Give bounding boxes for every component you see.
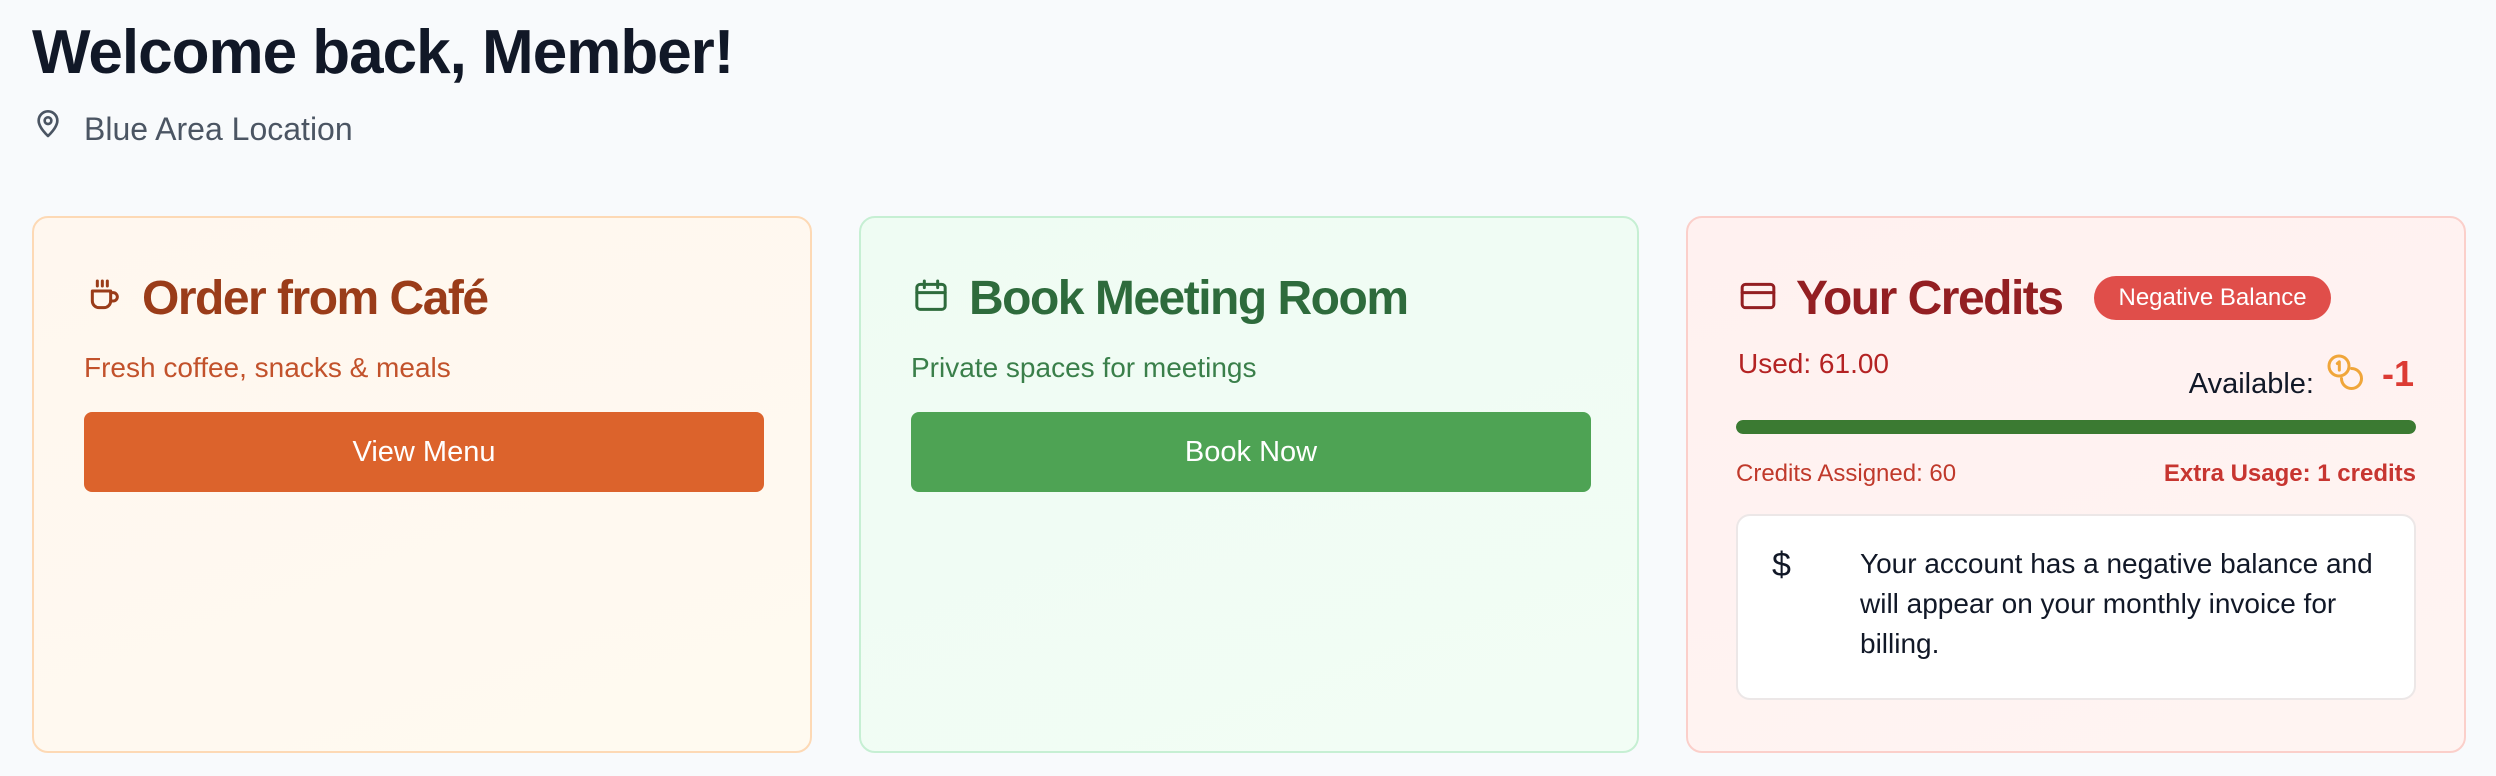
location-text: Blue Area Location <box>84 110 353 147</box>
cafe-card-header: Order from Café <box>84 268 760 328</box>
negative-balance-badge: Negative Balance <box>2094 276 2331 320</box>
credits-used: Used: 61.00 <box>1738 348 1889 379</box>
notice-text: Your account has a negative balance and … <box>1860 548 2373 659</box>
page-title: Welcome back, Member! <box>32 18 734 87</box>
negative-balance-notice: $ Your account has a negative balance an… <box>1736 514 2416 700</box>
dashboard: Welcome back, Member! Blue Area Location… <box>0 0 2496 776</box>
book-now-button[interactable]: Book Now <box>911 412 1591 492</box>
available-label: Available: <box>2188 368 2314 400</box>
meeting-room-card-header: Book Meeting Room <box>911 268 1587 328</box>
credits-card-title: Your Credits <box>1796 271 2064 325</box>
credits-meta: Credits Assigned: 60 Extra Usage: 1 cred… <box>1736 460 2416 488</box>
credit-summary: Used: 61.00 Available: -1 <box>1738 348 2414 428</box>
dollar-sign-icon: $ <box>1772 546 1791 584</box>
meeting-room-card-subtitle: Private spaces for meetings <box>911 352 1257 383</box>
meeting-room-card-title: Book Meeting Room <box>969 271 1409 325</box>
credit-card-icon <box>1738 276 1778 321</box>
location-label: Blue Area Location <box>32 108 353 149</box>
map-pin-icon <box>32 108 64 149</box>
calendar-icon <box>911 276 951 321</box>
coins-icon <box>2324 351 2364 396</box>
cafe-card: Order from Café Fresh coffee, snacks & m… <box>32 216 812 753</box>
extra-usage: Extra Usage: 1 credits <box>2163 460 2416 487</box>
cafe-card-title: Order from Café <box>142 271 489 325</box>
credits-progress-fill <box>1736 420 2416 434</box>
meeting-room-card: Book Meeting Room Private spaces for mee… <box>859 216 1639 753</box>
credits-progress-bar <box>1736 420 2416 434</box>
view-menu-button[interactable]: View Menu <box>84 412 764 492</box>
coffee-cup-icon <box>84 276 124 321</box>
credits-available: Available: -1 <box>2189 346 2414 401</box>
credits-assigned: Credits Assigned: 60 <box>1736 460 1957 487</box>
credits-card-header: Your Credits Negative Balance <box>1738 268 2414 328</box>
available-value: -1 <box>2381 352 2414 394</box>
cafe-card-subtitle: Fresh coffee, snacks & meals <box>84 352 451 383</box>
